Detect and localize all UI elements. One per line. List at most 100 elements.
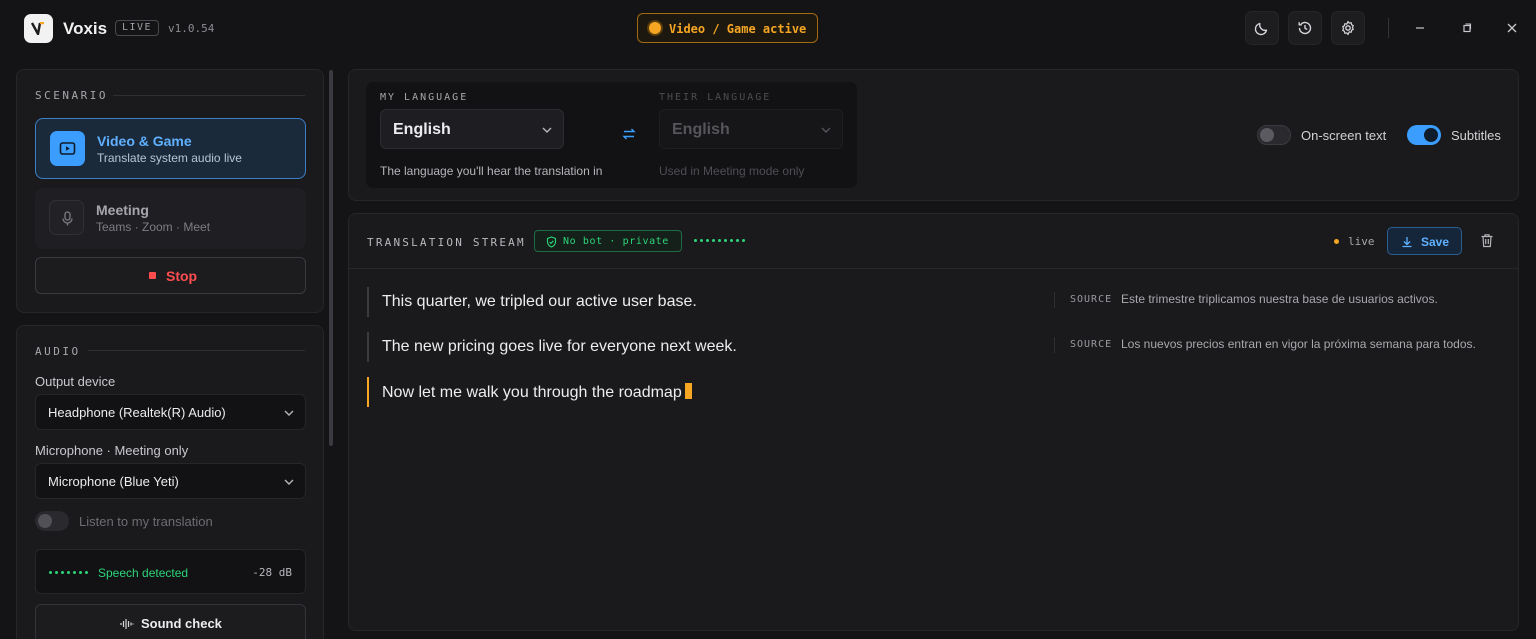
trash-icon[interactable] [1480,233,1494,248]
restore-button[interactable] [1457,18,1477,38]
theme-toggle-button[interactable] [1245,11,1279,45]
translated-text-live: Now let me walk you through the roadmap [382,383,692,402]
audio-level: -28 dB [252,566,292,579]
video-icon [59,142,76,155]
scenario-title: Meeting [96,202,149,218]
sound-check-label: Sound check [141,616,222,631]
translated-text: Now let me walk you through the roadmap [382,384,682,401]
history-icon [1298,21,1312,35]
save-button[interactable]: Save [1387,227,1462,255]
stream-title: TRANSLATION STREAM [367,236,526,249]
app-name: Voxis [63,19,108,38]
settings-icon [1342,20,1354,36]
source-key: SOURCE [1070,294,1113,305]
download-icon [1402,237,1412,248]
sound-check-button[interactable]: Sound check [35,604,306,639]
onscreen-text-toggle[interactable] [1257,125,1291,145]
output-device-select[interactable]: Headphone (Realtek(R) Audio) [35,394,306,430]
source-text: Los nuevos precios entran en vigor la pr… [1121,337,1476,351]
toggle-knob [1424,128,1438,142]
source-text: Este trimestre triplicamos nuestra base … [1121,292,1438,306]
output-device-label: Output device [35,374,116,389]
microphone-icon [62,211,73,226]
line-marker [367,287,369,317]
chevron-down-icon [284,479,294,485]
app-version: v1.0.54 [168,22,215,35]
typing-cursor [684,383,692,399]
chevron-down-icon [542,127,552,133]
stop-icon [149,272,156,279]
microphone-value: Microphone (Blue Yeti) [48,474,179,489]
status-pill-label: Video / Game active [669,22,807,36]
translated-text: The new pricing goes live for everyone n… [382,338,737,355]
their-language-select[interactable]: English [659,109,843,149]
history-button[interactable] [1288,11,1322,45]
microphone-select[interactable]: Microphone (Blue Yeti) [35,463,306,499]
stream-activity-dots [694,239,745,242]
speech-status: Speech detected [98,566,189,580]
toolbar-divider [1388,18,1389,38]
live-dot-icon [1334,239,1339,244]
their-language-hint: Used in Meeting mode only [659,164,805,178]
minimize-button[interactable] [1410,18,1430,38]
section-divider [113,95,305,96]
my-language-select[interactable]: English [380,109,564,149]
scenario-card-meeting[interactable]: Meeting Teams · Zoom · Meet [35,188,306,249]
their-language-label: THEIR LANGUAGE [659,92,772,103]
my-language-value: English [393,121,451,138]
scenario-subtitle: Teams · Zoom · Meet [96,220,211,234]
line-marker [367,332,369,362]
scenario-card-video-game[interactable]: Video & Game Translate system audio live [35,118,306,179]
title-bar: Voxis LIVE v1.0.54 Video / Game active [0,0,1536,56]
minimize-icon [1416,27,1424,29]
status-pill: Video / Game active [637,13,818,43]
shield-check-icon [546,236,557,248]
stop-label: Stop [166,268,198,284]
save-label: Save [1421,235,1450,249]
stream-line: The new pricing goes live for everyone n… [367,332,1047,362]
source-divider [1054,292,1055,308]
app-logo [24,14,53,43]
privacy-badge: No bot · private [534,230,682,252]
stream-line-current: Now let me walk you through the roadmap [367,377,1047,407]
source-divider [1054,337,1055,353]
subtitles-toggle[interactable] [1407,125,1441,145]
chevron-down-icon [821,127,831,133]
waveform-icon [120,619,134,629]
listen-translation-label: Listen to my translation [79,514,213,529]
sidebar-scrollbar[interactable] [329,70,333,446]
toggle-knob [1260,128,1274,142]
scenario-subtitle: Translate system audio live [97,151,242,165]
video-icon-tile [50,131,85,166]
settings-button[interactable] [1331,11,1365,45]
stop-button[interactable]: Stop [35,257,306,294]
live-badge: LIVE [115,20,160,36]
live-label: live [1348,235,1375,248]
status-dot-icon [649,22,661,34]
stream-header-divider [349,268,1519,269]
source-key: SOURCE [1070,339,1113,350]
toggle-knob [38,514,52,528]
output-device-value: Headphone (Realtek(R) Audio) [48,405,226,420]
chevron-down-icon [284,410,294,416]
restore-icon [1463,23,1472,33]
close-icon [1507,23,1517,33]
line-marker-active [367,377,369,407]
subtitles-label: Subtitles [1451,128,1501,143]
moon-icon [1254,22,1268,36]
close-button[interactable] [1502,18,1522,38]
swap-languages-icon[interactable] [621,126,637,142]
my-language-label: MY LANGUAGE [380,92,469,103]
my-language-hint: The language you'll hear the translation… [380,164,603,178]
scenario-title: Video & Game [97,133,192,149]
section-divider [88,350,305,351]
privacy-badge-label: No bot · private [563,236,669,247]
listen-translation-toggle[interactable] [35,511,69,531]
translation-stream-panel [348,213,1519,631]
translated-text: This quarter, we tripled our active user… [382,293,697,310]
their-language-value: English [672,121,730,138]
scenario-section-label: SCENARIO [35,89,108,102]
audio-section-label: AUDIO [35,345,81,358]
microphone-label: Microphone · Meeting only [35,443,189,458]
microphone-icon-tile [49,200,84,235]
